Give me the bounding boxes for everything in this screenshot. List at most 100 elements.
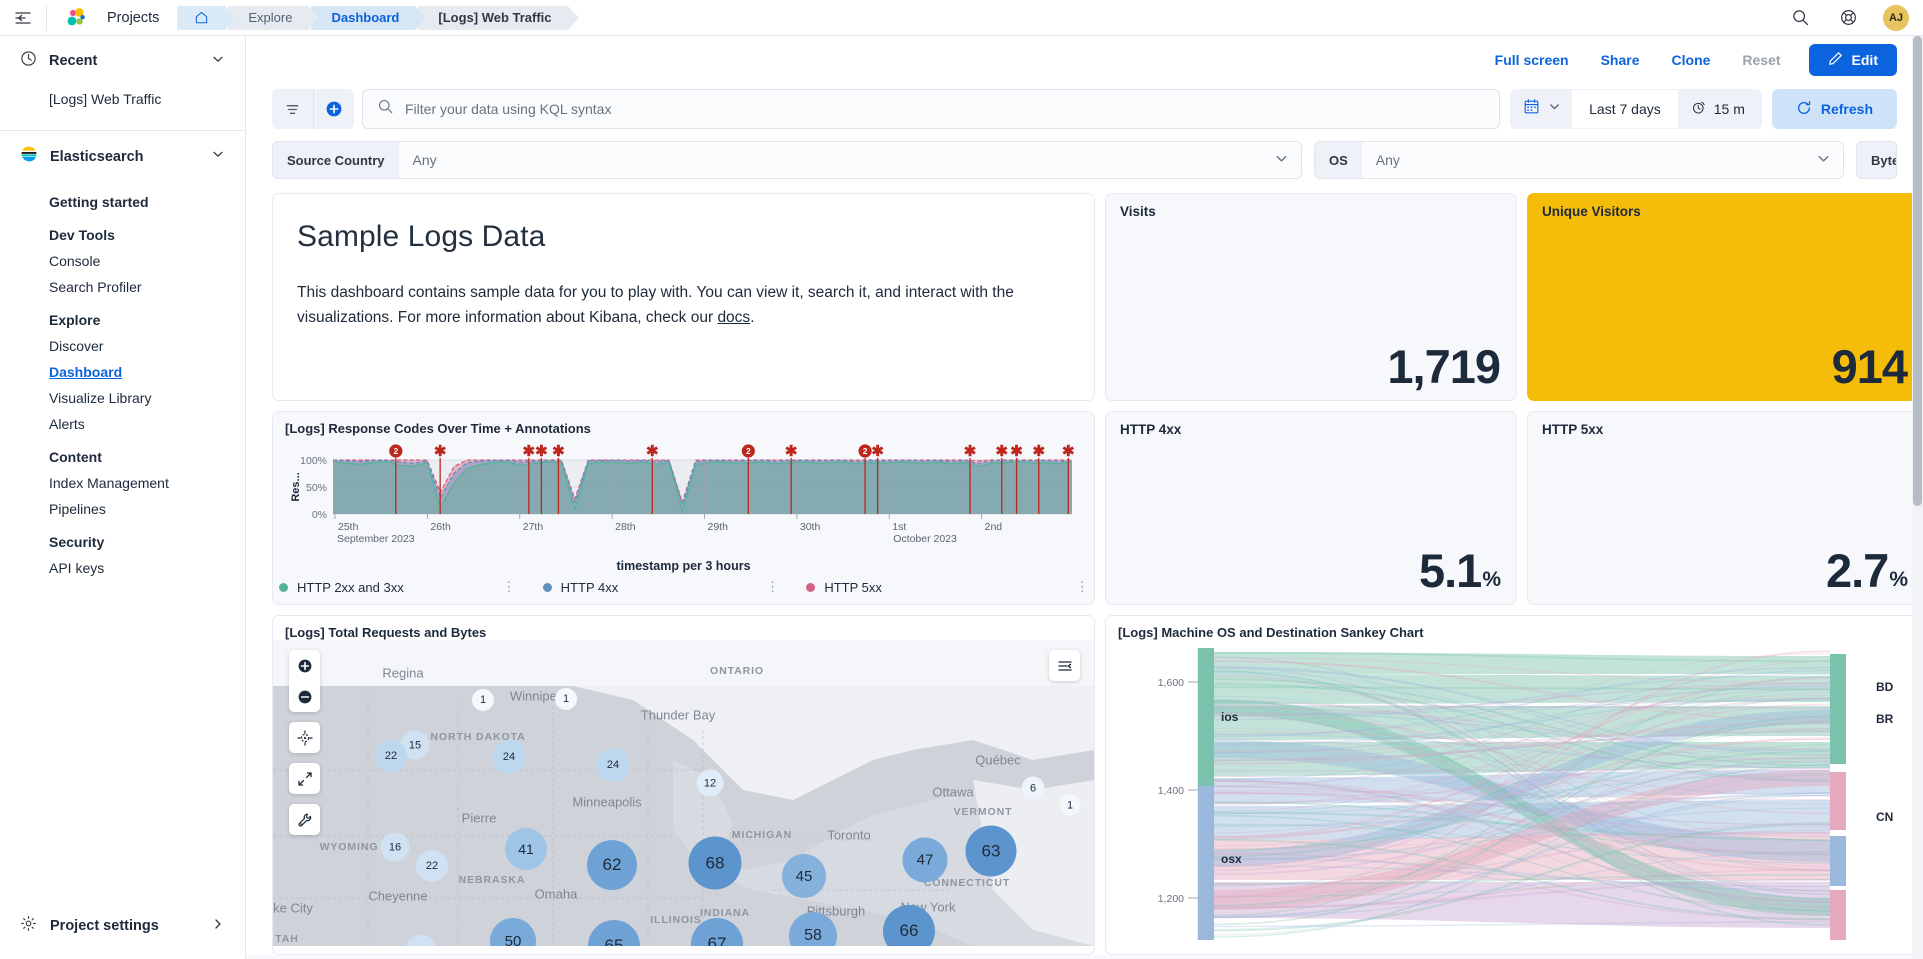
map-cluster-marker[interactable]: 62	[587, 840, 637, 890]
map-cluster-marker[interactable]: 1	[472, 689, 494, 711]
map-cluster-marker[interactable]: 1	[555, 688, 577, 710]
control-bytes: Bytes 0 19742	[1856, 141, 1897, 179]
clock-icon	[20, 50, 37, 72]
breadcrumb-current-dashboard[interactable]: [Logs] Web Traffic	[418, 6, 567, 30]
map-canvas[interactable]: ReginaWinnipegONTARIOThunder BayNORTH DA…	[273, 640, 1094, 946]
filter-list-icon[interactable]	[272, 89, 313, 129]
search-icon	[377, 98, 394, 120]
page-scrollbar-thumb[interactable]	[1913, 36, 1922, 506]
sidebar-item-alerts[interactable]: Alerts	[49, 411, 225, 437]
map-controls	[289, 650, 320, 835]
avatar[interactable]: AJ	[1883, 5, 1909, 31]
date-quick-select-button[interactable]	[1510, 89, 1572, 129]
search-icon[interactable]	[1783, 1, 1817, 35]
http-4xx-title: HTTP 4xx	[1106, 412, 1516, 437]
map-cluster-marker[interactable]: 16	[381, 833, 410, 862]
sidebar-item-pipelines[interactable]: Pipelines	[49, 496, 225, 522]
breadcrumb-dashboard[interactable]: Dashboard	[311, 6, 415, 30]
sidebar-group-explore: Explore	[49, 300, 225, 333]
share-button[interactable]: Share	[1585, 52, 1656, 68]
map-cluster-marker[interactable]: 47	[903, 838, 948, 883]
fit-to-data-icon[interactable]	[289, 722, 320, 753]
map-cluster-marker[interactable]: 68	[689, 837, 742, 890]
svg-text:September 2023: September 2023	[337, 533, 415, 545]
sankey-chart[interactable]: 1,2001,4001,600 iososxBDBRCN	[1106, 640, 1923, 946]
sidebar-item-search-profiler[interactable]: Search Profiler	[49, 274, 225, 300]
clone-button[interactable]: Clone	[1656, 52, 1727, 68]
legend-item-http-2xx-3xx[interactable]: HTTP 2xx and 3xx	[279, 580, 501, 595]
map-cluster-marker[interactable]: 12	[697, 770, 724, 797]
legend-item-http-4xx[interactable]: HTTP 4xx	[543, 580, 765, 595]
time-range-value[interactable]: Last 7 days	[1572, 89, 1678, 129]
panel-http-5xx: HTTP 5xx 2.7%	[1527, 411, 1923, 605]
control-os: OS Any	[1314, 141, 1844, 179]
vertical-dots-icon[interactable]: ⋮	[1075, 579, 1091, 595]
map-tools-icon[interactable]	[289, 804, 320, 835]
vertical-dots-icon[interactable]: ⋮	[501, 579, 517, 595]
sidebar-item-visualize-library[interactable]: Visualize Library	[49, 385, 225, 411]
breadcrumb-home[interactable]	[177, 6, 225, 30]
sidebar-group-getting-started[interactable]: Getting started	[49, 182, 225, 215]
global-top-bar: Projects Explore Dashboard [Logs] Web Tr…	[0, 0, 1923, 36]
control-os-select[interactable]: Any	[1362, 142, 1843, 178]
page-title: Sample Logs Data	[297, 220, 1070, 254]
search-input[interactable]: Filter your data using KQL syntax	[362, 89, 1500, 129]
map-place-label: ke City	[273, 901, 313, 916]
elastic-logo-icon[interactable]	[59, 0, 93, 36]
edit-button[interactable]: Edit	[1809, 44, 1897, 76]
legend-toggle-icon[interactable]	[1049, 650, 1080, 681]
dashboard-action-bar: Full screen Share Clone Reset Edit	[246, 36, 1923, 83]
legend-item-http-5xx[interactable]: HTTP 5xx	[806, 580, 1028, 595]
sidebar-item-project-settings[interactable]: Project settings	[0, 899, 245, 959]
refresh-interval-button[interactable]: 15 m	[1678, 89, 1762, 129]
map-cluster-marker[interactable]: 41	[505, 828, 547, 870]
full-screen-button[interactable]: Full screen	[1479, 52, 1585, 68]
help-icon[interactable]	[1831, 1, 1865, 35]
breadcrumb-explore[interactable]: Explore	[228, 6, 308, 30]
control-os-label: OS	[1315, 142, 1362, 178]
zoom-in-icon[interactable]	[289, 650, 320, 681]
svg-text:2: 2	[863, 446, 868, 456]
map-cluster-marker[interactable]: 1	[1060, 795, 1081, 816]
sidebar-item-api-keys[interactable]: API keys	[49, 555, 225, 581]
svg-text:✱: ✱	[964, 443, 977, 460]
add-filter-icon[interactable]	[313, 89, 354, 129]
kibana-dashboard-app: Projects Explore Dashboard [Logs] Web Tr…	[0, 0, 1923, 959]
http-5xx-unit: %	[1889, 569, 1907, 590]
svg-text:✱: ✱	[535, 443, 548, 460]
sidebar-item-logs-web-traffic[interactable]: [Logs] Web Traffic	[49, 86, 225, 112]
sidebar-recent-header[interactable]: Recent	[0, 36, 245, 84]
zoom-out-icon[interactable]	[289, 681, 320, 712]
sidebar-item-index-management[interactable]: Index Management	[49, 470, 225, 496]
control-source-country-select[interactable]: Any	[399, 142, 1301, 178]
map-cluster-marker[interactable]: 24	[596, 748, 630, 782]
map-cluster-marker[interactable]: 24	[492, 740, 526, 774]
dashboard-grid: Sample Logs Data This dashboard contains…	[246, 189, 1923, 955]
map-cluster-marker[interactable]: 22	[375, 740, 407, 772]
sidebar-item-console[interactable]: Console	[49, 248, 225, 274]
vertical-dots-icon[interactable]: ⋮	[765, 579, 781, 595]
map-cluster-marker[interactable]: 6	[1022, 777, 1045, 800]
map-cluster-marker[interactable]: 22	[416, 850, 448, 882]
map-cluster-marker[interactable]: 63	[966, 826, 1017, 877]
gear-icon	[20, 915, 37, 937]
panel-total-requests-bytes: [Logs] Total Requests and Bytes	[272, 615, 1095, 955]
legend-label: HTTP 5xx	[824, 580, 882, 595]
refresh-button[interactable]: Refresh	[1772, 89, 1897, 129]
unique-visitors-value: 914	[1528, 219, 1923, 400]
map-cluster-marker[interactable]: 45	[782, 854, 826, 898]
svg-text:✱: ✱	[1062, 443, 1075, 460]
map-place-label: Ottawa	[932, 785, 973, 800]
response-codes-svg: 0%50%100%Res...25th26th27th28th29th30th1…	[285, 438, 1080, 548]
response-codes-chart[interactable]: 0%50%100%Res...25th26th27th28th29th30th1…	[273, 436, 1094, 553]
sidebar-elasticsearch-header[interactable]: Elasticsearch	[0, 131, 245, 180]
unique-visitors-title: Unique Visitors	[1528, 194, 1923, 219]
expand-icon[interactable]	[289, 763, 320, 794]
docs-link[interactable]: docs	[717, 309, 750, 326]
sidebar-item-discover[interactable]: Discover	[49, 333, 225, 359]
page-scrollbar[interactable]	[1912, 36, 1923, 959]
markdown-body: Sample Logs Data This dashboard contains…	[273, 194, 1094, 340]
sidebar-item-dashboard[interactable]: Dashboard	[49, 359, 225, 385]
collapse-nav-icon[interactable]	[0, 0, 46, 36]
sidebar-group-security: Security	[49, 522, 225, 555]
